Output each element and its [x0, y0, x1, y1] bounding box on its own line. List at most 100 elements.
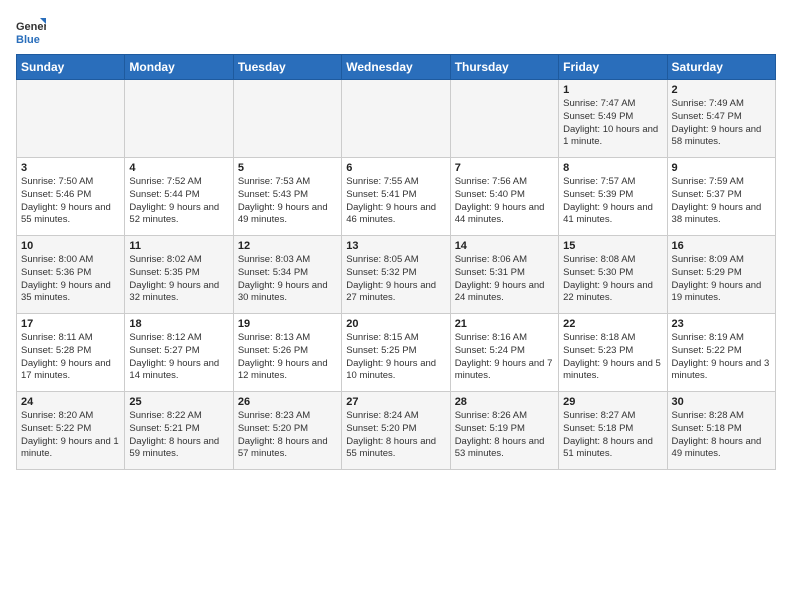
- calendar-cell: 30 Sunrise: 8:28 AM Sunset: 5:18 PM Dayli…: [667, 392, 775, 470]
- day-info: Sunrise: 7:50 AM Sunset: 5:46 PM Dayligh…: [21, 176, 120, 227]
- day-info: Sunrise: 8:00 AM Sunset: 5:36 PM Dayligh…: [21, 254, 120, 305]
- day-number: 28: [455, 396, 554, 408]
- day-info: Sunrise: 8:11 AM Sunset: 5:28 PM Dayligh…: [21, 332, 120, 383]
- day-info: Sunrise: 8:28 AM Sunset: 5:18 PM Dayligh…: [672, 410, 771, 461]
- calendar-cell: 1Sunrise: 7:47 AM Sunset: 5:49 PM Daylig…: [559, 80, 667, 158]
- calendar-cell: [342, 80, 450, 158]
- day-number: 1: [563, 84, 662, 96]
- calendar-cell: [233, 80, 341, 158]
- weekday-header: Friday: [559, 55, 667, 80]
- calendar-table: SundayMondayTuesdayWednesdayThursdayFrid…: [16, 54, 776, 470]
- day-info: Sunrise: 8:23 AM Sunset: 5:20 PM Dayligh…: [238, 410, 337, 461]
- calendar-cell: 15 Sunrise: 8:08 AM Sunset: 5:30 PM Dayli…: [559, 236, 667, 314]
- day-number: 6: [346, 162, 445, 174]
- day-number: 21: [455, 318, 554, 330]
- day-number: 2: [672, 84, 771, 96]
- calendar-cell: 4 Sunrise: 7:52 AM Sunset: 5:44 PM Daylig…: [125, 158, 233, 236]
- weekday-header: Tuesday: [233, 55, 341, 80]
- weekday-header: Wednesday: [342, 55, 450, 80]
- calendar-cell: 9 Sunrise: 7:59 AM Sunset: 5:37 PM Daylig…: [667, 158, 775, 236]
- calendar-cell: 29 Sunrise: 8:27 AM Sunset: 5:18 PM Dayli…: [559, 392, 667, 470]
- day-info: Sunrise: 8:02 AM Sunset: 5:35 PM Dayligh…: [129, 254, 228, 305]
- svg-text:Blue: Blue: [16, 34, 40, 46]
- calendar-cell: 16Sunrise: 8:09 AM Sunset: 5:29 PM Dayli…: [667, 236, 775, 314]
- calendar-cell: 2Sunrise: 7:49 AM Sunset: 5:47 PM Daylig…: [667, 80, 775, 158]
- calendar-cell: 27 Sunrise: 8:24 AM Sunset: 5:20 PM Dayli…: [342, 392, 450, 470]
- page-container: General Blue SundayMondayTuesdayWednesda…: [0, 0, 792, 480]
- weekday-header: Monday: [125, 55, 233, 80]
- day-number: 29: [563, 396, 662, 408]
- calendar-cell: 20Sunrise: 8:15 AM Sunset: 5:25 PM Dayli…: [342, 314, 450, 392]
- day-number: 23: [672, 318, 771, 330]
- calendar-cell: 26 Sunrise: 8:23 AM Sunset: 5:20 PM Dayli…: [233, 392, 341, 470]
- day-info: Sunrise: 8:06 AM Sunset: 5:31 PM Dayligh…: [455, 254, 554, 305]
- day-number: 9: [672, 162, 771, 174]
- day-number: 13: [346, 240, 445, 252]
- day-number: 8: [563, 162, 662, 174]
- calendar-cell: 11 Sunrise: 8:02 AM Sunset: 5:35 PM Dayli…: [125, 236, 233, 314]
- day-info: Sunrise: 8:12 AM Sunset: 5:27 PM Dayligh…: [129, 332, 228, 383]
- day-info: Sunrise: 8:08 AM Sunset: 5:30 PM Dayligh…: [563, 254, 662, 305]
- header: General Blue: [16, 16, 776, 46]
- weekday-header: Thursday: [450, 55, 558, 80]
- day-info: Sunrise: 8:05 AM Sunset: 5:32 PM Dayligh…: [346, 254, 445, 305]
- calendar-week-row: 3 Sunrise: 7:50 AM Sunset: 5:46 PM Daylig…: [17, 158, 776, 236]
- day-info: Sunrise: 8:27 AM Sunset: 5:18 PM Dayligh…: [563, 410, 662, 461]
- day-info: Sunrise: 7:57 AM Sunset: 5:39 PM Dayligh…: [563, 176, 662, 227]
- logo: General Blue: [16, 16, 46, 46]
- calendar-cell: 25 Sunrise: 8:22 AM Sunset: 5:21 PM Dayli…: [125, 392, 233, 470]
- day-number: 15: [563, 240, 662, 252]
- calendar-cell: 24 Sunrise: 8:20 AM Sunset: 5:22 PM Dayli…: [17, 392, 125, 470]
- calendar-cell: 14 Sunrise: 8:06 AM Sunset: 5:31 PM Dayli…: [450, 236, 558, 314]
- day-info: Sunrise: 8:19 AM Sunset: 5:22 PM Dayligh…: [672, 332, 771, 383]
- day-number: 3: [21, 162, 120, 174]
- day-number: 30: [672, 396, 771, 408]
- day-info: Sunrise: 8:09 AM Sunset: 5:29 PM Dayligh…: [672, 254, 771, 305]
- day-number: 25: [129, 396, 228, 408]
- day-number: 12: [238, 240, 337, 252]
- calendar-cell: [450, 80, 558, 158]
- day-info: Sunrise: 8:03 AM Sunset: 5:34 PM Dayligh…: [238, 254, 337, 305]
- calendar-cell: 5 Sunrise: 7:53 AM Sunset: 5:43 PM Daylig…: [233, 158, 341, 236]
- calendar-cell: 22Sunrise: 8:18 AM Sunset: 5:23 PM Dayli…: [559, 314, 667, 392]
- calendar-week-row: 17 Sunrise: 8:11 AM Sunset: 5:28 PM Dayli…: [17, 314, 776, 392]
- calendar-cell: 28 Sunrise: 8:26 AM Sunset: 5:19 PM Dayli…: [450, 392, 558, 470]
- calendar-cell: 17 Sunrise: 8:11 AM Sunset: 5:28 PM Dayli…: [17, 314, 125, 392]
- day-number: 17: [21, 318, 120, 330]
- day-info: Sunrise: 8:13 AM Sunset: 5:26 PM Dayligh…: [238, 332, 337, 383]
- calendar-cell: [125, 80, 233, 158]
- calendar-cell: 21 Sunrise: 8:16 AM Sunset: 5:24 PM Dayli…: [450, 314, 558, 392]
- day-info: Sunrise: 8:20 AM Sunset: 5:22 PM Dayligh…: [21, 410, 120, 461]
- day-info: Sunrise: 7:52 AM Sunset: 5:44 PM Dayligh…: [129, 176, 228, 227]
- svg-text:General: General: [16, 21, 46, 33]
- day-info: Sunrise: 8:24 AM Sunset: 5:20 PM Dayligh…: [346, 410, 445, 461]
- day-info: Sunrise: 8:26 AM Sunset: 5:19 PM Dayligh…: [455, 410, 554, 461]
- calendar-cell: 12 Sunrise: 8:03 AM Sunset: 5:34 PM Dayli…: [233, 236, 341, 314]
- day-number: 14: [455, 240, 554, 252]
- day-number: 11: [129, 240, 228, 252]
- day-info: Sunrise: 8:16 AM Sunset: 5:24 PM Dayligh…: [455, 332, 554, 383]
- day-number: 20: [346, 318, 445, 330]
- day-number: 4: [129, 162, 228, 174]
- calendar-cell: 3 Sunrise: 7:50 AM Sunset: 5:46 PM Daylig…: [17, 158, 125, 236]
- calendar-cell: 19Sunrise: 8:13 AM Sunset: 5:26 PM Dayli…: [233, 314, 341, 392]
- day-number: 5: [238, 162, 337, 174]
- logo-graphic: General Blue: [16, 16, 46, 46]
- weekday-header: Saturday: [667, 55, 775, 80]
- day-info: Sunrise: 8:18 AM Sunset: 5:23 PM Dayligh…: [563, 332, 662, 383]
- day-info: Sunrise: 7:59 AM Sunset: 5:37 PM Dayligh…: [672, 176, 771, 227]
- day-number: 26: [238, 396, 337, 408]
- day-info: Sunrise: 7:55 AM Sunset: 5:41 PM Dayligh…: [346, 176, 445, 227]
- calendar-header-row: SundayMondayTuesdayWednesdayThursdayFrid…: [17, 55, 776, 80]
- day-info: Sunrise: 7:53 AM Sunset: 5:43 PM Dayligh…: [238, 176, 337, 227]
- calendar-week-row: 1Sunrise: 7:47 AM Sunset: 5:49 PM Daylig…: [17, 80, 776, 158]
- calendar-week-row: 24 Sunrise: 8:20 AM Sunset: 5:22 PM Dayli…: [17, 392, 776, 470]
- day-number: 7: [455, 162, 554, 174]
- day-number: 18: [129, 318, 228, 330]
- day-info: Sunrise: 8:22 AM Sunset: 5:21 PM Dayligh…: [129, 410, 228, 461]
- day-number: 24: [21, 396, 120, 408]
- calendar-cell: 18 Sunrise: 8:12 AM Sunset: 5:27 PM Dayli…: [125, 314, 233, 392]
- calendar-cell: 23 Sunrise: 8:19 AM Sunset: 5:22 PM Dayli…: [667, 314, 775, 392]
- day-number: 27: [346, 396, 445, 408]
- calendar-cell: 10Sunrise: 8:00 AM Sunset: 5:36 PM Dayli…: [17, 236, 125, 314]
